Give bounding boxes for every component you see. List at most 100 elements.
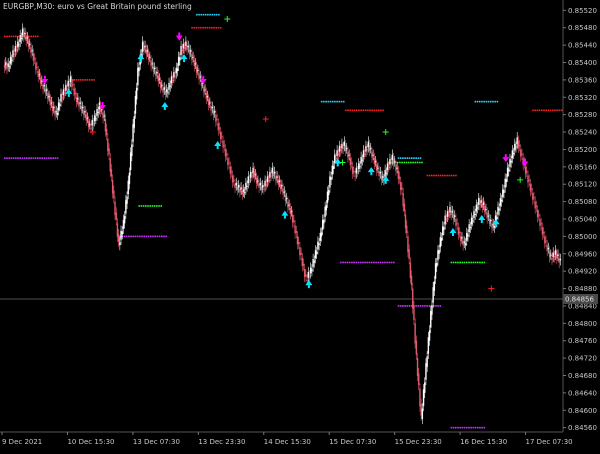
candle-body (414, 323, 416, 344)
candle-body (63, 92, 66, 94)
candle-body (254, 174, 257, 176)
indicator-dot (123, 235, 126, 238)
signal-arrows (41, 32, 529, 289)
indicator-dot (452, 174, 455, 177)
indicator-dot (392, 261, 395, 264)
indicator-dot (455, 174, 457, 177)
candle-body (510, 160, 512, 163)
candle-body (206, 95, 209, 97)
candle-body (216, 119, 218, 121)
indicator-dot (86, 79, 89, 81)
price-tick-label: 0.85520 (568, 7, 597, 15)
candle-body (400, 182, 402, 191)
indicator-dot (12, 35, 15, 38)
candle-body (293, 220, 295, 223)
candle-body (211, 106, 213, 109)
price-tick-label: 0.84760 (568, 337, 597, 345)
candle-body (348, 154, 350, 156)
indicator-dot (468, 261, 470, 264)
chart-window[interactable]: 0.85520 0.85480 0.85440 0.85400 0.85360 0.853… (0, 0, 600, 450)
indicator-dot (457, 261, 459, 264)
indicator-dot (336, 100, 338, 103)
candle-body (437, 250, 439, 261)
candle-body (559, 258, 562, 261)
indicator-dot (408, 157, 411, 159)
candle-body (227, 158, 229, 166)
candle-body (497, 206, 499, 215)
buy-arrow-icon (137, 54, 145, 60)
candle-body (233, 179, 235, 181)
buy-arrow-stem (307, 285, 310, 289)
indicator-dot (474, 261, 477, 264)
candle-body (115, 212, 117, 220)
sell-arrow-stem (504, 154, 507, 158)
time-axis[interactable]: 9 Dec 2021 10 Dec 15:30 13 Dec 07:30 13 Dec… (1, 432, 573, 446)
candle-body (385, 172, 388, 174)
buy-arrow-icon (449, 228, 457, 233)
candle-body (246, 185, 248, 187)
candle-body (518, 145, 521, 147)
price-chart[interactable]: 0.85520 0.85480 0.85440 0.85400 0.85360 0.853… (0, 0, 600, 450)
indicator-dot (334, 100, 336, 103)
indicator-dot (532, 109, 534, 112)
candle-body (138, 67, 140, 72)
price-axis[interactable]: 0.85520 0.85480 0.85440 0.85400 0.85360 0.853… (563, 7, 597, 432)
candle-body (17, 41, 19, 48)
candle-body (500, 199, 503, 202)
candle-body (85, 114, 87, 121)
indicator-dot (421, 305, 424, 307)
candle-body (121, 231, 123, 235)
candle-body (207, 99, 210, 106)
candle-body (306, 279, 308, 281)
candle-body (425, 363, 427, 380)
candle-body (455, 219, 457, 226)
candle-body (181, 49, 183, 51)
indicator-dot (200, 13, 203, 16)
candle-body (170, 76, 173, 84)
candle-body (458, 232, 461, 234)
candle-body (185, 41, 187, 47)
candle-body (168, 82, 170, 90)
indicator-dot (426, 174, 429, 177)
candle-body (66, 88, 68, 90)
candle-body (7, 63, 9, 67)
candle-body (418, 373, 420, 386)
candle-body (485, 209, 487, 211)
price-tick-label: 0.85400 (568, 59, 597, 67)
indicator-dot (30, 157, 32, 159)
candle-body (123, 216, 126, 224)
indicator-dot (347, 109, 349, 112)
candle-body (550, 254, 552, 256)
candle-body (353, 171, 355, 173)
candle-body (413, 305, 415, 320)
candle-body (457, 227, 460, 235)
candle-body (402, 192, 404, 207)
indicator-dot (17, 157, 19, 159)
candle-body (350, 162, 353, 164)
indicator-dot (402, 305, 404, 307)
indicator-dot (217, 26, 220, 29)
candle-body (370, 148, 372, 150)
candle-body (368, 145, 371, 151)
candle-body (328, 190, 330, 196)
indicator-dot (421, 161, 423, 164)
candle-body (87, 121, 90, 128)
indicator-dot (437, 305, 439, 307)
candle-body (384, 169, 386, 177)
candle-body (473, 211, 475, 218)
candle-body (541, 227, 544, 235)
indicator-dot (418, 161, 421, 164)
candle-body (20, 37, 23, 39)
candle-body (21, 28, 24, 36)
indicator-dot (459, 261, 461, 264)
indicator-dot (348, 261, 351, 264)
candle-body (116, 223, 119, 237)
indicator-dot (37, 157, 39, 159)
candle-body (26, 37, 29, 39)
indicator-dot (331, 100, 334, 103)
indicator-dot (323, 100, 325, 103)
indicator-dot (362, 261, 364, 264)
buy-arrow-stem (480, 219, 483, 223)
indicator-dot (52, 157, 54, 159)
candle-body (439, 237, 442, 248)
